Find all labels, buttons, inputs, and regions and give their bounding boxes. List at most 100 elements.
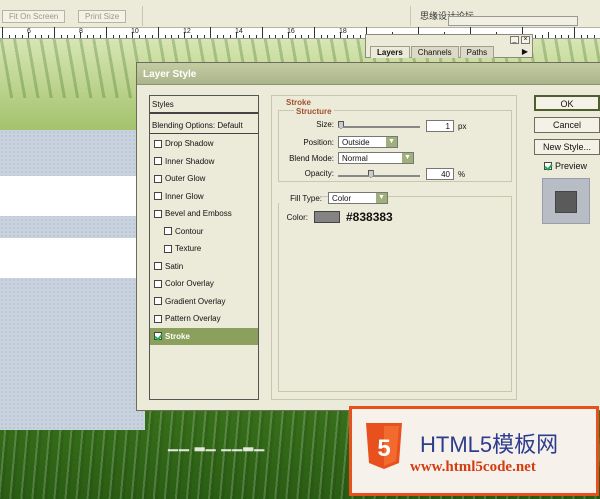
ruler-tick — [15, 35, 16, 38]
style-item-stroke[interactable]: Stroke — [150, 327, 258, 345]
styles-list: Styles Blending Options: Default Drop Sh… — [149, 95, 259, 400]
style-item-contour[interactable]: Contour — [150, 223, 258, 240]
new-style-button[interactable]: New Style... — [534, 139, 600, 155]
ruler-number: 14 — [235, 28, 243, 35]
ruler-tick — [216, 35, 218, 38]
style-item-color-overlay[interactable]: Color Overlay — [150, 275, 258, 292]
style-item-texture[interactable]: Texture — [150, 240, 258, 257]
ruler-tick — [314, 27, 315, 38]
minimize-icon[interactable]: _ — [510, 36, 519, 44]
checkbox[interactable] — [154, 139, 162, 148]
checkbox-checked[interactable] — [544, 162, 552, 170]
style-item-satin[interactable]: Satin — [150, 258, 258, 275]
ruler-number: 16 — [287, 28, 295, 35]
ruler-tick — [359, 35, 361, 38]
style-item-inner-shadow[interactable]: Inner Shadow — [150, 153, 258, 170]
checkbox[interactable] — [154, 174, 162, 183]
ruler-tick — [281, 35, 283, 38]
color-label: Color: — [286, 213, 308, 222]
ruler-tick — [151, 35, 153, 38]
stroke-section-title: Stroke — [286, 98, 311, 107]
tab-layers[interactable]: Layers — [370, 46, 410, 58]
fill-type-select[interactable]: Color ▼ — [328, 192, 388, 204]
ruler-tick — [242, 35, 244, 38]
ruler-tick — [8, 35, 10, 38]
ruler-tick — [73, 35, 75, 38]
chevron-down-icon: ▼ — [402, 153, 413, 163]
checkbox-checked[interactable] — [154, 332, 162, 340]
style-preview-thumbnail — [542, 178, 590, 224]
ruler-number: 8 — [79, 28, 83, 35]
style-item-bevel-emboss[interactable]: Bevel and Emboss — [150, 205, 258, 222]
opacity-slider[interactable] — [338, 175, 420, 177]
ruler-tick — [327, 35, 328, 38]
dialog-titlebar[interactable]: Layer Style — [137, 63, 600, 85]
checkbox[interactable] — [164, 244, 172, 253]
print-size-button[interactable]: Print Size — [78, 10, 127, 23]
tab-paths[interactable]: Paths — [459, 46, 495, 58]
ruler-tick — [190, 35, 192, 38]
size-slider[interactable] — [338, 126, 420, 128]
size-input[interactable]: 1 — [426, 120, 454, 132]
color-swatch[interactable] — [314, 211, 340, 223]
ruler-tick — [54, 27, 55, 38]
ruler-number: 12 — [183, 28, 191, 35]
ruler-tick — [294, 35, 296, 38]
styles-header[interactable]: Styles — [150, 96, 258, 114]
style-item-inner-glow[interactable]: Inner Glow — [150, 188, 258, 205]
layer-style-dialog: Layer Style Styles Blending Options: Def… — [136, 62, 600, 411]
dialog-title: Layer Style — [143, 69, 197, 80]
ruler-tick — [210, 27, 211, 38]
blending-options-item[interactable]: Blending Options: Default — [150, 117, 258, 134]
ruler-tick — [301, 35, 302, 38]
opacity-input[interactable]: 40 — [426, 168, 454, 180]
ruler-tick — [158, 27, 159, 38]
checkbox[interactable] — [154, 262, 162, 270]
checkbox[interactable] — [154, 297, 162, 305]
ruler-number: 6 — [27, 28, 31, 35]
checkbox[interactable] — [154, 209, 162, 218]
ruler-tick — [554, 35, 556, 38]
structure-title: Structure — [294, 107, 334, 116]
ruler-tick — [249, 35, 250, 38]
style-item-gradient-overlay[interactable]: Gradient Overlay — [150, 293, 258, 310]
ruler-number: 10 — [131, 28, 139, 35]
checkbox[interactable] — [164, 227, 172, 235]
ruler-tick — [223, 35, 224, 38]
position-select[interactable]: Outside ▼ — [338, 136, 398, 148]
checkbox[interactable] — [154, 157, 162, 165]
size-unit: px — [458, 122, 467, 131]
ruler-tick — [106, 27, 107, 38]
palette-menu-arrow-icon[interactable]: ▶ — [522, 47, 528, 56]
palette-well[interactable] — [448, 16, 578, 26]
canvas-content-panel — [0, 130, 145, 430]
checkbox[interactable] — [154, 192, 162, 200]
ruler-tick — [203, 35, 205, 38]
ruler-tick — [67, 35, 68, 38]
ruler-tick — [112, 35, 114, 38]
close-icon[interactable]: × — [521, 36, 530, 44]
ruler-tick — [119, 35, 120, 38]
ruler-tick — [47, 35, 49, 38]
tab-channels[interactable]: Channels — [410, 46, 459, 58]
checkbox[interactable] — [154, 314, 162, 323]
fit-on-screen-button[interactable]: Fit On Screen — [2, 10, 66, 23]
style-item-drop-shadow[interactable]: Drop Shadow — [150, 135, 258, 152]
ruler-tick — [21, 35, 23, 38]
checkbox[interactable] — [154, 279, 162, 288]
ruler-tick — [177, 35, 179, 38]
chevron-down-icon: ▼ — [386, 137, 397, 147]
style-item-outer-glow[interactable]: Outer Glow — [150, 170, 258, 187]
ruler-tick — [262, 27, 263, 38]
ruler-number: 18 — [339, 28, 347, 35]
preview-checkbox[interactable]: Preview — [544, 161, 587, 171]
ruler-tick — [275, 35, 276, 38]
opacity-unit: % — [458, 170, 466, 179]
cancel-button[interactable]: Cancel — [534, 117, 600, 133]
ok-button[interactable]: OK — [534, 95, 600, 111]
style-item-pattern-overlay[interactable]: Pattern Overlay — [150, 310, 258, 327]
ruler-tick — [346, 35, 348, 38]
ruler-tick — [541, 35, 543, 38]
chevron-down-icon: ▼ — [376, 193, 387, 203]
blend-mode-select[interactable]: Normal ▼ — [338, 152, 414, 164]
